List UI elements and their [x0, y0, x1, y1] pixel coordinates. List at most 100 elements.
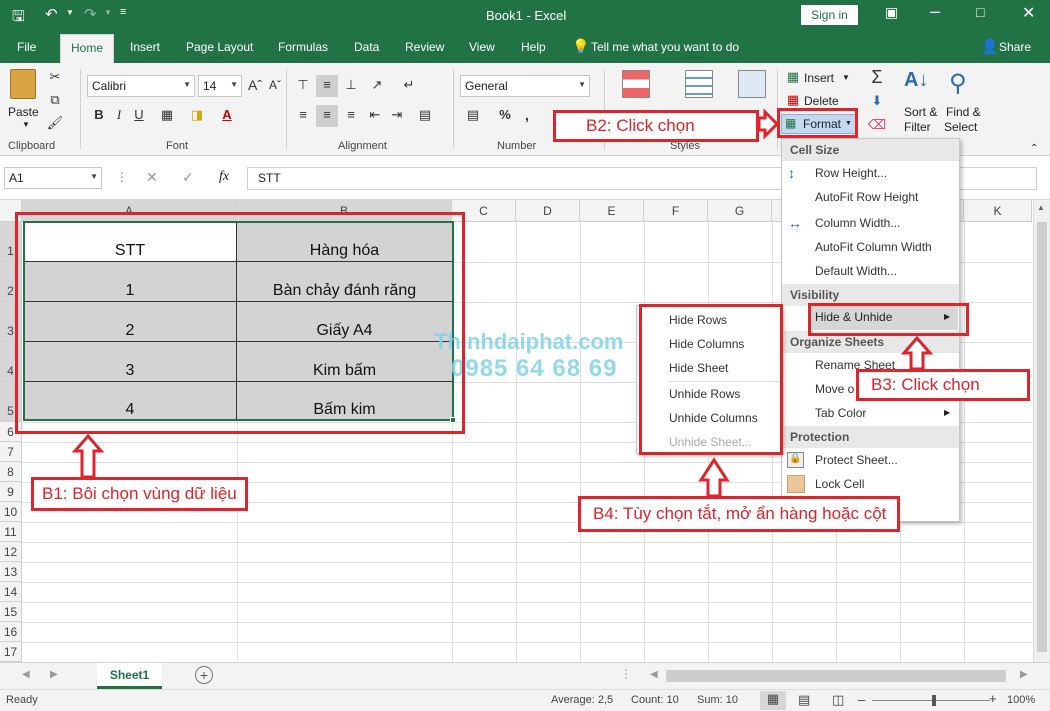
align-left-icon[interactable]: ≡ [292, 105, 314, 127]
scroll-thumb[interactable] [1037, 222, 1047, 652]
decrease-font-icon[interactable]: Aˇ [264, 75, 286, 97]
increase-font-icon[interactable]: Aˆ [244, 75, 266, 97]
tab-data[interactable]: Data [354, 40, 379, 54]
wrap-text-icon[interactable]: ↵ [398, 75, 420, 97]
share-button[interactable]: Share [999, 40, 1031, 54]
orientation-icon[interactable]: ↗ [366, 75, 388, 97]
sign-in-button[interactable]: Sign in [801, 5, 858, 25]
column-header-f[interactable]: F [644, 200, 708, 222]
horizontal-scroll-thumb[interactable] [666, 670, 1006, 682]
column-header-d[interactable]: D [516, 200, 580, 222]
tab-file[interactable]: File [17, 40, 36, 54]
scroll-left-icon[interactable]: ◀ [650, 669, 658, 680]
tab-page-layout[interactable]: Page Layout [186, 40, 253, 54]
redo-dropdown-icon[interactable]: ▼ [104, 8, 112, 17]
column-header-g[interactable]: G [708, 200, 772, 222]
menu-column-width[interactable]: Column Width... [815, 216, 900, 230]
zoom-slider-thumb[interactable] [932, 695, 936, 706]
tell-me-search[interactable]: Tell me what you want to do [591, 40, 739, 54]
cancel-icon[interactable]: ✕ [146, 169, 158, 186]
font-size-select[interactable]: 14 ▼ [198, 75, 242, 97]
page-layout-view-icon[interactable]: ▤ [798, 692, 810, 708]
minimize-icon[interactable]: – [930, 1, 940, 22]
column-header-k[interactable]: K [964, 200, 1032, 222]
accounting-format-icon[interactable]: ▤ [462, 105, 484, 127]
format-painter-icon[interactable]: 🖌 [44, 113, 66, 135]
paste-icon[interactable] [10, 69, 36, 99]
menu-move-copy[interactable]: Move o [815, 382, 854, 396]
tab-help[interactable]: Help [521, 40, 546, 54]
menu-autofit-column[interactable]: AutoFit Column Width [815, 240, 932, 254]
delete-button[interactable]: Delete [804, 94, 839, 108]
formula-bar-resize-icon[interactable]: ⋮ [116, 170, 128, 184]
insert-button[interactable]: Insert [804, 71, 834, 85]
sort-filter-label-2[interactable]: Filter [904, 120, 931, 134]
row-header-3[interactable]: 3 [0, 302, 22, 342]
row-header-7[interactable]: 7 [0, 442, 22, 462]
row-header-16[interactable]: 16 [0, 622, 22, 642]
align-center-icon[interactable]: ≡ [316, 105, 338, 127]
select-all-corner[interactable] [0, 200, 22, 222]
format-as-table-icon[interactable] [685, 70, 713, 98]
borders-icon[interactable]: ▦ [156, 105, 178, 127]
sort-filter-label[interactable]: Sort & [904, 105, 937, 119]
row-header-4[interactable]: 4 [0, 342, 22, 382]
row-header-2[interactable]: 2 [0, 262, 22, 302]
tab-insert[interactable]: Insert [130, 40, 160, 54]
row-header-6[interactable]: 6 [0, 422, 22, 442]
cut-icon[interactable]: ✂ [44, 67, 66, 89]
fill-color-icon[interactable]: ◨ [186, 105, 208, 127]
italic-icon[interactable]: I [108, 105, 130, 127]
number-format-select[interactable]: General ▼ [460, 75, 590, 97]
column-header-a[interactable]: A [22, 200, 237, 222]
paste-dropdown-icon[interactable]: ▼ [22, 120, 30, 129]
find-select-icon[interactable]: ⚲ [949, 69, 967, 98]
row-header-8[interactable]: 8 [0, 462, 22, 482]
copy-icon[interactable]: ⧉ [44, 90, 66, 112]
row-header-17[interactable]: 17 [0, 642, 22, 662]
align-top-icon[interactable]: ⊤ [292, 75, 314, 97]
font-color-icon[interactable]: A [216, 105, 238, 127]
menu-hide-unhide[interactable]: Hide & Unhide ▶ [810, 306, 958, 330]
column-header-e[interactable]: E [580, 200, 644, 222]
menu-row-height[interactable]: Row Height... [815, 166, 887, 180]
row-header-12[interactable]: 12 [0, 542, 22, 562]
increase-indent-icon[interactable]: ⇥ [386, 105, 408, 127]
align-middle-icon[interactable]: ≡ [316, 75, 338, 97]
submenu-unhide-rows[interactable]: Unhide Rows [669, 387, 740, 401]
undo-icon[interactable]: ↶ [45, 5, 58, 23]
fill-down-icon[interactable]: ⬇ [866, 91, 888, 113]
menu-default-width[interactable]: Default Width... [815, 264, 897, 278]
row-header-11[interactable]: 11 [0, 522, 22, 542]
delete-cells-icon[interactable]: ▦ [782, 90, 804, 112]
tab-split-icon[interactable]: ⋮ [620, 667, 632, 681]
fill-handle[interactable] [450, 417, 456, 423]
new-sheet-icon[interactable]: + [195, 666, 213, 684]
enter-icon[interactable]: ✓ [182, 169, 194, 186]
next-sheet-icon[interactable]: ▶ [50, 669, 58, 680]
align-right-icon[interactable]: ≡ [340, 105, 362, 127]
submenu-unhide-columns[interactable]: Unhide Columns [669, 411, 758, 425]
sheet-tab-sheet1[interactable]: Sheet1 [97, 663, 162, 689]
merge-center-icon[interactable]: ▤ [414, 105, 436, 127]
menu-protect-sheet[interactable]: Protect Sheet... [815, 453, 898, 467]
submenu-hide-sheet[interactable]: Hide Sheet [669, 361, 728, 375]
tab-home[interactable]: Home [60, 34, 115, 63]
normal-view-icon[interactable]: ▦ [760, 691, 786, 710]
save-icon[interactable]: 🖫 [12, 6, 25, 31]
row-header-5[interactable]: 5 [0, 382, 22, 422]
prev-sheet-icon[interactable]: ◀ [22, 669, 30, 680]
maximize-icon[interactable]: □ [976, 4, 984, 20]
menu-lock-cell[interactable]: Lock Cell [815, 477, 864, 491]
menu-autofit-row[interactable]: AutoFit Row Height [815, 190, 918, 204]
decrease-indent-icon[interactable]: ⇤ [364, 105, 386, 127]
insert-function-icon[interactable]: fx [219, 169, 229, 185]
underline-icon[interactable]: U [128, 105, 150, 127]
row-header-15[interactable]: 15 [0, 602, 22, 622]
row-header-1[interactable]: 1 [0, 222, 22, 262]
cell-styles-icon[interactable] [738, 70, 766, 98]
row-header-10[interactable]: 10 [0, 502, 22, 522]
vertical-scrollbar[interactable]: ▲ [1033, 200, 1050, 662]
close-icon[interactable]: ✕ [1022, 3, 1035, 23]
column-header-c[interactable]: C [452, 200, 516, 222]
